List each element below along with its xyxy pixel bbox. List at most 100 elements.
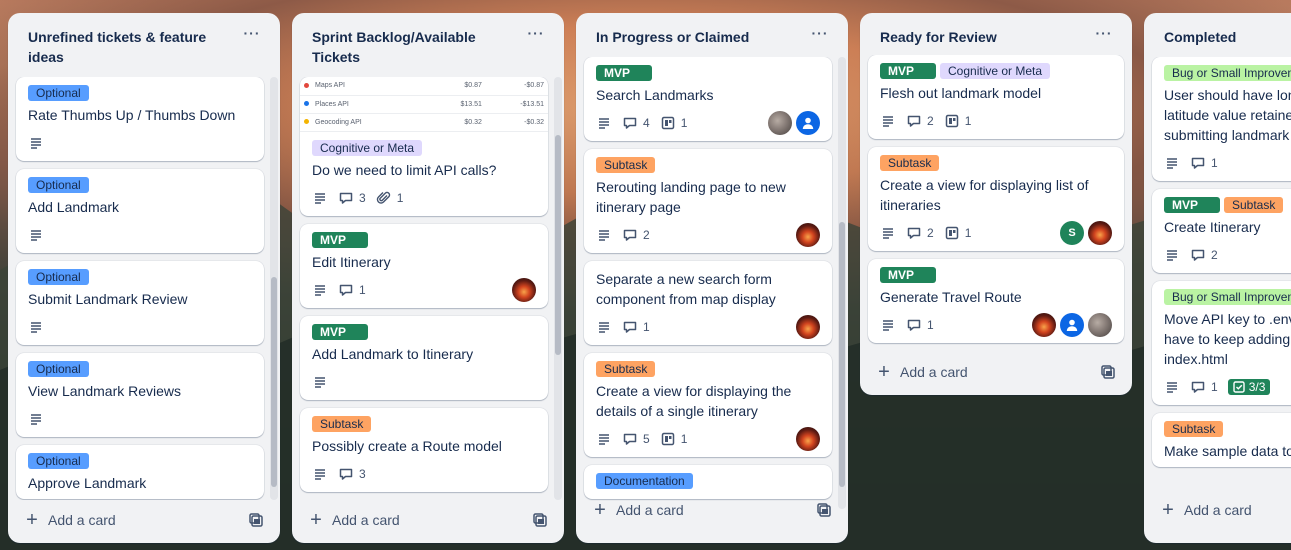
scroll-thumb[interactable]	[555, 135, 561, 355]
link-count: 1	[964, 114, 972, 128]
list-menu-button[interactable]: ···	[236, 26, 268, 47]
api-delta: -$0.32	[485, 113, 548, 132]
label-subtask[interactable]: Subtask	[312, 415, 372, 432]
card[interactable]: Bug or Small Improvement Move API key to…	[1152, 281, 1291, 405]
attachments-badge: 1	[376, 190, 403, 206]
label-optional[interactable]: Optional	[28, 269, 89, 285]
template-icon[interactable]	[1096, 360, 1120, 384]
list-scrollbar[interactable]	[838, 57, 846, 509]
comment-icon	[907, 115, 921, 127]
label-subtask[interactable]: Subtask	[596, 157, 656, 173]
card[interactable]: Separate a new search form component fro…	[584, 261, 832, 345]
list-header: Sprint Backlog/Available Tickets ···	[292, 13, 564, 71]
label-documentation[interactable]: Documentation	[596, 473, 693, 489]
list-scrollbar[interactable]	[554, 77, 562, 500]
list-title[interactable]: Sprint Backlog/Available Tickets	[312, 27, 512, 67]
card[interactable]: Optional Submit Landmark Review	[16, 261, 264, 345]
list-title[interactable]: Completed	[1164, 27, 1291, 47]
card[interactable]: Optional Rate Thumbs Up / Thumbs Down	[16, 77, 264, 161]
cards-container: Maps API $0.87 -$0.87 Places API $13.51 -$13…	[292, 77, 564, 500]
card[interactable]: Documentation	[584, 465, 832, 499]
member-avatar[interactable]	[796, 315, 820, 339]
label-mvp[interactable]: MVP	[880, 267, 936, 283]
label-subtask[interactable]: Subtask	[1164, 421, 1224, 437]
label-mvp[interactable]: MVP	[596, 65, 652, 81]
member-avatar[interactable]	[796, 111, 820, 135]
template-icon[interactable]	[244, 508, 268, 532]
member-avatar[interactable]	[768, 111, 792, 135]
member-avatar[interactable]	[1060, 313, 1084, 337]
comment-icon	[339, 468, 353, 480]
add-card-button[interactable]: + Add a card	[308, 510, 400, 530]
card[interactable]: Subtask Rerouting landing page to new it…	[584, 149, 832, 253]
member-avatar[interactable]	[796, 427, 820, 451]
comment-icon	[623, 433, 637, 445]
label-subtask[interactable]: Subtask	[880, 155, 940, 171]
list-title[interactable]: Unrefined tickets & feature ideas	[28, 27, 228, 67]
card-link-icon	[945, 114, 958, 128]
card[interactable]: Optional View Landmark Reviews	[16, 353, 264, 437]
api-delta: -$13.51	[485, 95, 548, 114]
add-card-button[interactable]: + Add a card	[1160, 500, 1252, 520]
member-avatar[interactable]: S	[1060, 221, 1084, 245]
list-in-progress: In Progress or Claimed ··· MVP Search La…	[576, 13, 848, 543]
list-title[interactable]: Ready for Review	[880, 27, 1080, 47]
label-mvp[interactable]: MVP	[880, 63, 936, 79]
description-icon	[596, 227, 612, 243]
label-bug[interactable]: Bug or Small Improvement	[1164, 65, 1291, 81]
label-subtask[interactable]: Subtask	[1224, 197, 1284, 213]
label-optional[interactable]: Optional	[28, 177, 89, 193]
card[interactable]: Maps API $0.87 -$0.87 Places API $13.51 -$13…	[300, 77, 548, 216]
add-card-button[interactable]: + Add a card	[24, 510, 116, 530]
card[interactable]: Optional Add Landmark	[16, 169, 264, 253]
member-avatar[interactable]	[1032, 313, 1056, 337]
comment-icon	[1191, 381, 1205, 393]
add-card-button[interactable]: + Add a card	[876, 362, 968, 382]
card[interactable]: Subtask Create a view for displaying the…	[584, 353, 832, 457]
template-icon[interactable]	[528, 508, 552, 532]
label-mvp[interactable]: MVP	[1164, 197, 1220, 213]
label-optional[interactable]: Optional	[28, 361, 89, 377]
label-mvp[interactable]: MVP	[312, 323, 368, 340]
card[interactable]: Optional Approve Landmark	[16, 445, 264, 499]
list-menu-button[interactable]: ···	[520, 26, 552, 47]
label-cognitive[interactable]: Cognitive or Meta	[940, 63, 1051, 79]
list-menu-button[interactable]: ···	[1088, 26, 1120, 47]
card[interactable]: MVP Generate Travel Route 1	[868, 259, 1124, 343]
add-card-label: Add a card	[1184, 502, 1252, 518]
card[interactable]: MVP Cognitive or Meta Flesh out landmark…	[868, 55, 1124, 139]
comments-badge: 5	[622, 431, 650, 447]
api-cost: $0.32	[428, 113, 486, 132]
card[interactable]: Subtask Create a view for displaying lis…	[868, 147, 1124, 251]
card[interactable]: MVP Subtask Create Itinerary 2	[1152, 189, 1291, 273]
list-menu-button[interactable]: ···	[804, 26, 836, 47]
card[interactable]: Subtask Make sample data to be used by a…	[1152, 413, 1291, 467]
api-delta: -$0.87	[485, 77, 548, 96]
api-cost: $13.51	[428, 95, 486, 114]
list-title[interactable]: In Progress or Claimed	[596, 27, 796, 47]
member-avatar[interactable]	[796, 223, 820, 247]
description-icon	[880, 113, 896, 129]
label-subtask[interactable]: Subtask	[596, 361, 656, 377]
description-icon	[1164, 155, 1180, 171]
scroll-thumb[interactable]	[271, 277, 277, 487]
member-avatar[interactable]	[1088, 313, 1112, 337]
comment-count: 2	[1211, 248, 1218, 262]
label-mvp[interactable]: MVP	[312, 231, 368, 248]
table-row: Geocoding API $0.32 -$0.32	[300, 113, 548, 132]
member-avatar[interactable]	[512, 277, 536, 302]
card[interactable]: MVP Add Landmark to Itinerary	[300, 315, 548, 400]
card[interactable]: MVP Edit Itinerary 1	[300, 223, 548, 308]
member-avatar[interactable]	[1088, 221, 1112, 245]
card[interactable]: Bug or Small Improvement User should hav…	[1152, 57, 1291, 181]
card[interactable]: Subtask Possibly create a Route model 3	[300, 407, 548, 492]
label-bug[interactable]: Bug or Small Improvement	[1164, 289, 1291, 305]
comment-icon	[623, 229, 637, 241]
scroll-thumb[interactable]	[839, 222, 845, 487]
label-cognitive[interactable]: Cognitive or Meta	[312, 139, 423, 156]
link-count: 1	[680, 432, 688, 446]
label-optional[interactable]: Optional	[28, 85, 89, 101]
list-scrollbar[interactable]	[270, 77, 278, 500]
card[interactable]: MVP Search Landmarks 4 1	[584, 57, 832, 141]
label-optional[interactable]: Optional	[28, 453, 89, 469]
